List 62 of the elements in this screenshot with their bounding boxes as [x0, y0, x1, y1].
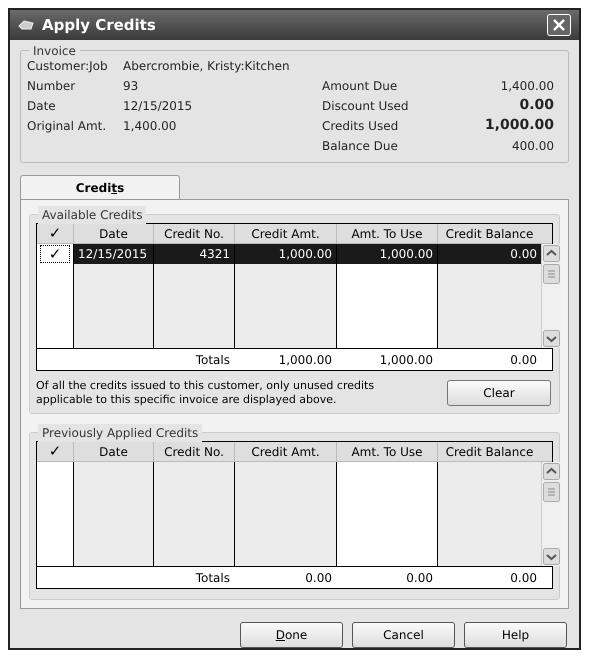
column-header[interactable]: Credit No. — [153, 442, 234, 461]
dialog-button[interactable]: Help — [464, 622, 567, 648]
column-header[interactable]: Credit No. — [153, 224, 234, 243]
column-header[interactable]: ✓ — [37, 224, 73, 243]
close-icon — [552, 18, 566, 32]
column-header[interactable]: Date — [73, 442, 153, 461]
totals-label: Totals — [196, 570, 230, 586]
column-header[interactable]: Amt. To Use — [336, 224, 437, 243]
total-value: 0.00 — [510, 570, 537, 586]
field-value: Abercrombie, Kristy:Kitchen — [123, 58, 290, 74]
field-value: 400.00 — [512, 138, 554, 154]
dialog-button[interactable]: Cancel — [352, 622, 455, 648]
scroll-down-icon[interactable] — [543, 330, 560, 347]
total-value: 0.00 — [305, 570, 332, 586]
field-label: Customer:Job — [27, 58, 109, 74]
field-label: Discount Used — [322, 98, 409, 114]
info-text: Of all the credits issued to this customer, only unused credits applicable to this specific invoice are displayed above. — [36, 379, 376, 407]
field-label: Date — [27, 98, 57, 114]
field-value: 1,000.00 — [484, 116, 554, 135]
field-label: Balance Due — [322, 138, 398, 154]
total-value: 1,000.00 — [278, 352, 332, 368]
field-value: 0.00 — [519, 96, 554, 115]
column-header[interactable]: Credit Balance — [437, 224, 541, 243]
scroll-up-icon[interactable] — [543, 245, 560, 262]
checkbox[interactable]: ✓ — [40, 245, 70, 263]
scrollbar[interactable] — [541, 462, 561, 566]
field-value: 93 — [123, 78, 138, 94]
dialog-button[interactable]: Done — [240, 622, 343, 648]
field-label: Number — [27, 78, 76, 94]
scrollbar[interactable] — [541, 244, 561, 348]
column-header[interactable]: Amt. To Use — [336, 442, 437, 461]
table-cell: 1,000.00 — [337, 244, 437, 264]
total-value: 1,000.00 — [380, 352, 433, 368]
field-value: 12/15/2015 — [123, 98, 192, 114]
field-label: Amount Due — [322, 78, 398, 94]
window-title: Apply Credits — [42, 14, 157, 36]
column-header[interactable]: Date — [73, 224, 153, 243]
table-cell: 0.00 — [438, 244, 541, 264]
group-label: Available Credits — [38, 206, 146, 224]
column-header[interactable]: ✓ — [37, 442, 73, 461]
close-button[interactable] — [547, 14, 571, 36]
field-value: 1,400.00 — [123, 118, 176, 134]
table-cell: 12/15/2015 — [74, 244, 153, 264]
column-header[interactable]: Credit Amt. — [234, 442, 336, 461]
field-value: 1,400.00 — [500, 78, 554, 94]
totals-label: Totals — [196, 352, 230, 368]
column-header[interactable]: Credit Balance — [437, 442, 541, 461]
group-label: Previously Applied Credits — [38, 424, 202, 442]
column-header[interactable]: Credit Amt. — [234, 224, 336, 243]
scroll-up-icon[interactable] — [543, 463, 560, 480]
table-cell: 1,000.00 — [235, 244, 336, 264]
total-value: 0.00 — [406, 570, 433, 586]
scroll-down-icon[interactable] — [543, 548, 560, 565]
field-label: Credits Used — [322, 118, 398, 134]
scroll-thumb-icon[interactable] — [543, 482, 560, 502]
total-value: 0.00 — [510, 352, 537, 368]
scroll-thumb-icon[interactable] — [543, 264, 560, 284]
app-icon — [18, 19, 34, 31]
field-label: Original Amt. — [27, 118, 108, 134]
clear-button[interactable]: Clear — [447, 380, 551, 406]
tab[interactable]: Credits — [20, 175, 180, 199]
table-cell: 4321 — [154, 244, 234, 264]
